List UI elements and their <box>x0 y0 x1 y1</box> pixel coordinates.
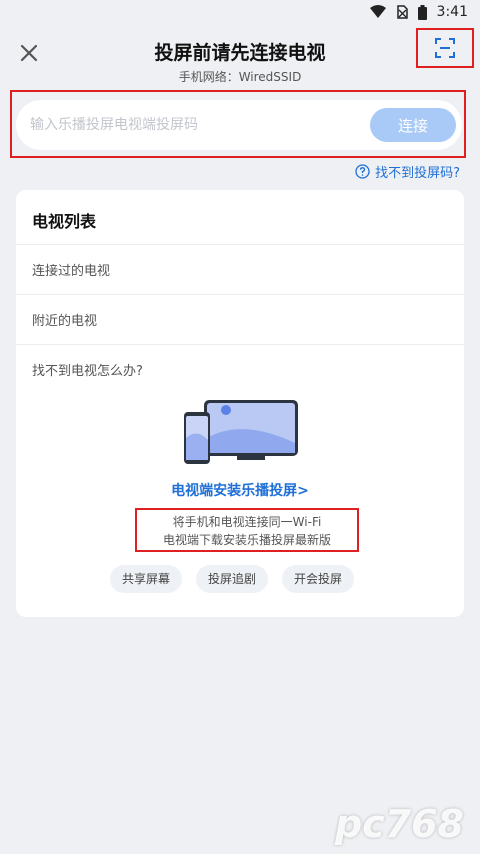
wifi-icon <box>369 5 386 19</box>
header: 投屏前请先连接电视 手机网络：WiredSSID <box>0 24 480 90</box>
code-help-link[interactable]: 找不到投屏码? <box>355 162 460 181</box>
scan-button[interactable] <box>416 28 474 68</box>
network-name: 手机网络：WiredSSID <box>178 70 302 84</box>
question-circle-icon <box>355 164 370 179</box>
phone-tv-illustration <box>182 398 302 468</box>
cast-code-input[interactable] <box>30 100 360 150</box>
watermark-logo: pc768 <box>334 802 464 846</box>
setup-tips: 将手机和电视连接同一Wi-Fi 电视端下载安装乐播投屏最新版 <box>135 508 359 552</box>
status-time: 3:41 <box>436 4 468 20</box>
list-item-nearby-tvs[interactable]: 附近的电视 <box>16 294 464 344</box>
divider <box>16 344 464 345</box>
code-entry: 连接 <box>16 100 462 150</box>
tv-help-question: 找不到电视怎么办? <box>32 364 143 379</box>
chip-watch-shows[interactable]: 投屏追剧 <box>196 565 269 593</box>
install-tv-app-link[interactable]: 电视端安装乐播投屏> <box>16 480 464 500</box>
chip-meeting-cast[interactable]: 开会投屏 <box>282 565 355 593</box>
tv-list-card: 电视列表 连接过的电视 附近的电视 找不到电视怎么办? 电视端安装乐播投屏> 将… <box>16 190 464 617</box>
tip-line: 将手机和电视连接同一Wi-Fi <box>172 515 322 529</box>
status-bar: 3:41 <box>0 0 480 24</box>
list-item-connected-tvs[interactable]: 连接过的电视 <box>16 244 464 294</box>
no-sim-icon <box>396 5 408 19</box>
tip-line: 电视端下载安装乐播投屏最新版 <box>162 533 331 547</box>
connect-button[interactable]: 连接 <box>370 108 456 142</box>
page-title: 投屏前请先连接电视 <box>154 42 326 64</box>
code-help-label: 找不到投屏码? <box>375 166 460 181</box>
chip-share-screen[interactable]: 共享屏幕 <box>110 565 183 593</box>
scenario-chips: 共享屏幕 投屏追剧 开会投屏 <box>110 565 355 593</box>
battery-icon <box>417 4 427 20</box>
scan-icon <box>435 38 455 58</box>
tv-list-title: 电视列表 <box>32 212 97 231</box>
